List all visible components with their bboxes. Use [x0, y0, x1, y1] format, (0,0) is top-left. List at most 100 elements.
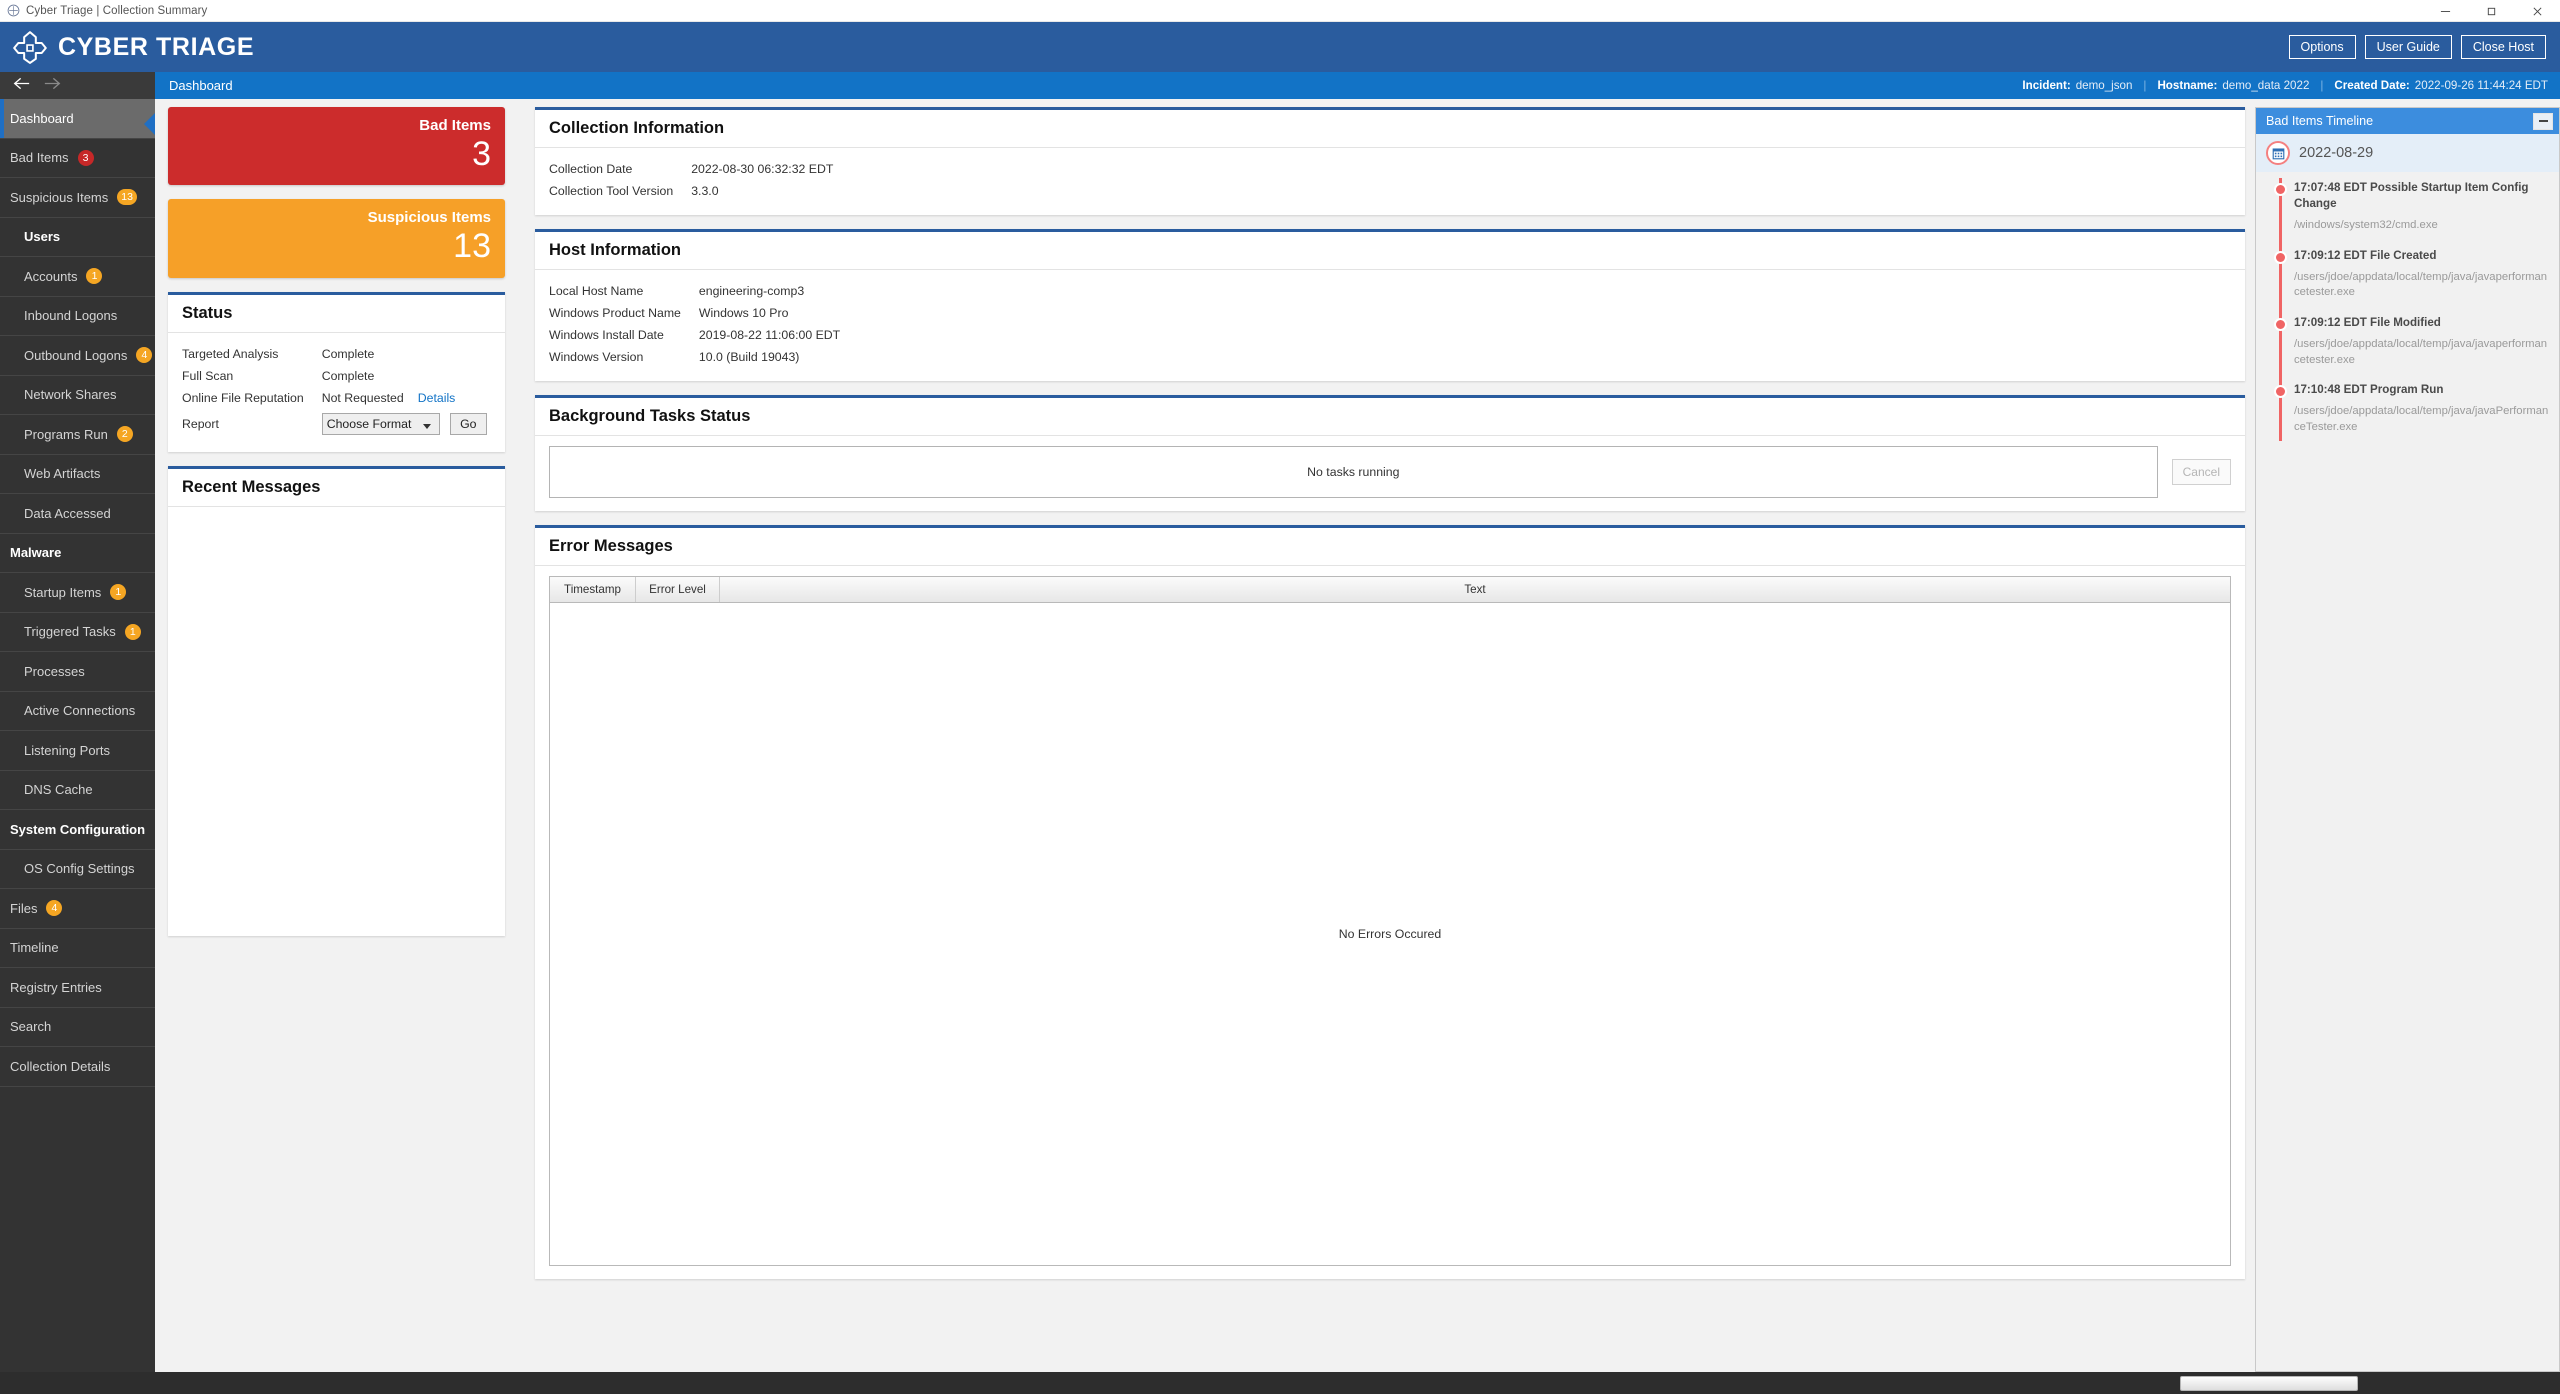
column-header-timestamp[interactable]: Timestamp	[550, 577, 636, 602]
windows-version-label: Windows Version	[549, 350, 644, 364]
close-icon[interactable]	[2514, 0, 2560, 22]
left-column: Bad Items 3 Suspicious Items 13 Status T…	[155, 107, 515, 1372]
back-arrow-icon[interactable]	[13, 76, 30, 96]
sidebar-item-label: System Configuration	[10, 821, 146, 837]
breadcrumb-bar: Dashboard Incident: demo_json | Hostname…	[155, 72, 2560, 99]
timeline-event-title: 17:09:12 EDT File Modified	[2294, 315, 2441, 329]
full-scan-label: Full Scan	[182, 368, 234, 383]
full-scan-value: Complete	[321, 368, 375, 383]
sidebar-item-outbound-logons[interactable]: Outbound Logons 4	[0, 336, 155, 376]
sidebar-item-registry-entries[interactable]: Registry Entries	[0, 968, 155, 1008]
sidebar-item-label: Malware	[10, 545, 62, 561]
created-date-value: 2022-09-26 11:44:24 EDT	[2414, 79, 2548, 92]
sidebar-item-startup-items[interactable]: Startup Items 1	[0, 573, 155, 613]
timeline-event[interactable]: 17:10:48 EDT Program Run/users/jdoe/appd…	[2256, 382, 2559, 449]
error-messages-table: Timestamp Error Level Text No Errors Occ…	[549, 576, 2231, 1266]
sidebar: Dashboard Bad Items 3 Suspicious Items 13 Use…	[0, 99, 155, 1372]
timeline-title: Bad Items Timeline	[2266, 114, 2374, 128]
minimize-icon[interactable]	[2533, 112, 2553, 130]
recent-messages-panel: Recent Messages	[168, 465, 505, 936]
sidebar-item-dns-cache[interactable]: DNS Cache	[0, 771, 155, 810]
report-format-select[interactable]: Choose Format	[321, 412, 440, 435]
window-controls	[2422, 0, 2560, 22]
collection-information-table: Collection Date 2022-08-30 06:32:32 EDT …	[549, 158, 833, 202]
recent-messages-body	[168, 507, 505, 530]
windows-product-name-label: Windows Product Name	[549, 306, 681, 320]
close-host-button[interactable]: Close Host	[2460, 35, 2546, 59]
sidebar-item-collection-details[interactable]: Collection Details	[0, 1047, 155, 1087]
right-column: Bad Items Timeline 2022-08-29 17:07:48 E…	[2255, 107, 2560, 1372]
sidebar-collapse-toggle[interactable]	[144, 113, 155, 135]
windows-version-value: 10.0 (Build 19043)	[698, 350, 800, 364]
sidebar-item-suspicious-items[interactable]: Suspicious Items 13	[0, 178, 155, 218]
collection-tool-version-value: 3.3.0	[691, 184, 719, 198]
timeline-event[interactable]: 17:07:48 EDT Possible Startup Item Confi…	[2256, 180, 2559, 248]
status-panel: Status Targeted Analysis Complete Full S…	[168, 291, 505, 452]
timeline-event[interactable]: 17:09:12 EDT File Created/users/jdoe/app…	[2256, 248, 2559, 315]
sidebar-item-timeline[interactable]: Timeline	[0, 929, 155, 968]
timeline-event[interactable]: 17:09:12 EDT File Modified/users/jdoe/ap…	[2256, 315, 2559, 382]
bad-items-card[interactable]: Bad Items 3	[168, 107, 505, 186]
os-title-bar: Cyber Triage | Collection Summary	[0, 0, 2560, 22]
cancel-task-button[interactable]: Cancel	[2171, 459, 2231, 485]
sidebar-item-inbound-logons[interactable]: Inbound Logons	[0, 297, 155, 336]
status-panel-title: Status	[182, 303, 233, 322]
background-tasks-panel: Background Tasks Status No tasks running…	[535, 395, 2245, 511]
sidebar-item-system-configuration: System Configuration	[0, 810, 155, 850]
background-tasks-body: No tasks running Cancel	[535, 436, 2245, 511]
horizontal-scrollbar-thumb[interactable]	[2180, 1375, 2358, 1391]
suspicious-items-card[interactable]: Suspicious Items 13	[168, 199, 505, 278]
sidebar-item-label: Bad Items	[10, 150, 69, 166]
timeline-header: Bad Items Timeline	[2256, 108, 2559, 134]
sidebar-item-label: Active Connections	[24, 703, 136, 719]
sidebar-item-label: Network Shares	[24, 387, 117, 403]
user-guide-button[interactable]: User Guide	[2364, 35, 2452, 59]
timeline-date: 2022-08-29	[2299, 145, 2374, 161]
sidebar-item-dashboard[interactable]: Dashboard	[0, 99, 155, 139]
status-table: Targeted Analysis Complete Full Scan Com…	[182, 343, 487, 439]
timeline-event-dot	[2274, 250, 2287, 264]
app-icon	[0, 4, 26, 17]
nav-strip: Dashboard Incident: demo_json | Hostname…	[0, 72, 2560, 99]
app-header: CYBER TRIAGE Options User Guide Close Ho…	[0, 22, 2560, 72]
forward-arrow-icon[interactable]	[44, 76, 61, 96]
options-button[interactable]: Options	[2288, 35, 2356, 59]
sidebar-item-os-config-settings[interactable]: OS Config Settings	[0, 850, 155, 889]
report-go-button[interactable]: Go	[450, 412, 487, 435]
column-header-error-level[interactable]: Error Level	[636, 577, 720, 602]
sidebar-item-listening-ports[interactable]: Listening Ports	[0, 731, 155, 771]
column-header-text[interactable]: Text	[720, 577, 2230, 602]
maximize-icon[interactable]	[2468, 0, 2514, 22]
horizontal-scrollbar[interactable]	[0, 1372, 2560, 1394]
timeline-event-dot	[2274, 317, 2287, 331]
table-row: Targeted Analysis Complete	[182, 343, 487, 365]
sidebar-item-data-accessed[interactable]: Data Accessed	[0, 494, 155, 534]
sidebar-item-bad-items[interactable]: Bad Items 3	[0, 139, 155, 178]
bad-items-timeline-panel: Bad Items Timeline 2022-08-29 17:07:48 E…	[2255, 107, 2560, 1372]
sidebar-item-files[interactable]: Files 4	[0, 889, 155, 929]
sidebar-item-triggered-tasks[interactable]: Triggered Tasks 1	[0, 613, 155, 652]
minimize-icon[interactable]	[2422, 0, 2468, 22]
sidebar-item-processes[interactable]: Processes	[0, 652, 155, 692]
error-messages-body: Timestamp Error Level Text No Errors Occ…	[535, 566, 2245, 1279]
sidebar-item-search[interactable]: Search	[0, 1008, 155, 1047]
windows-install-date-label: Windows Install Date	[549, 328, 664, 342]
sidebar-item-active-connections[interactable]: Active Connections	[0, 692, 155, 731]
sidebar-item-label: Processes	[24, 663, 85, 679]
timeline-event-title: 17:07:48 EDT Possible Startup Item Confi…	[2294, 181, 2529, 210]
sidebar-item-web-artifacts[interactable]: Web Artifacts	[0, 455, 155, 494]
suspicious-items-card-value: 13	[453, 227, 491, 266]
sidebar-item-label: Search	[10, 1019, 52, 1035]
sidebar-item-label: Files	[10, 900, 38, 916]
table-row: Report Choose Format Go	[182, 409, 487, 439]
sidebar-item-programs-run[interactable]: Programs Run 2	[0, 415, 155, 455]
collection-date-value: 2022-08-30 06:32:32 EDT	[691, 162, 834, 176]
sidebar-item-badge: 4	[136, 347, 153, 364]
details-link[interactable]: Details	[418, 391, 456, 405]
timeline-event-path: /users/jdoe/appdata/local/temp/java/java…	[2294, 271, 2548, 299]
sidebar-item-network-shares[interactable]: Network Shares	[0, 376, 155, 415]
sidebar-item-accounts[interactable]: Accounts 1	[0, 257, 155, 297]
targeted-analysis-value: Complete	[321, 346, 375, 361]
timeline-event-path: /windows/system32/cmd.exe	[2294, 219, 2438, 232]
sidebar-item-badge: 2	[116, 426, 133, 443]
